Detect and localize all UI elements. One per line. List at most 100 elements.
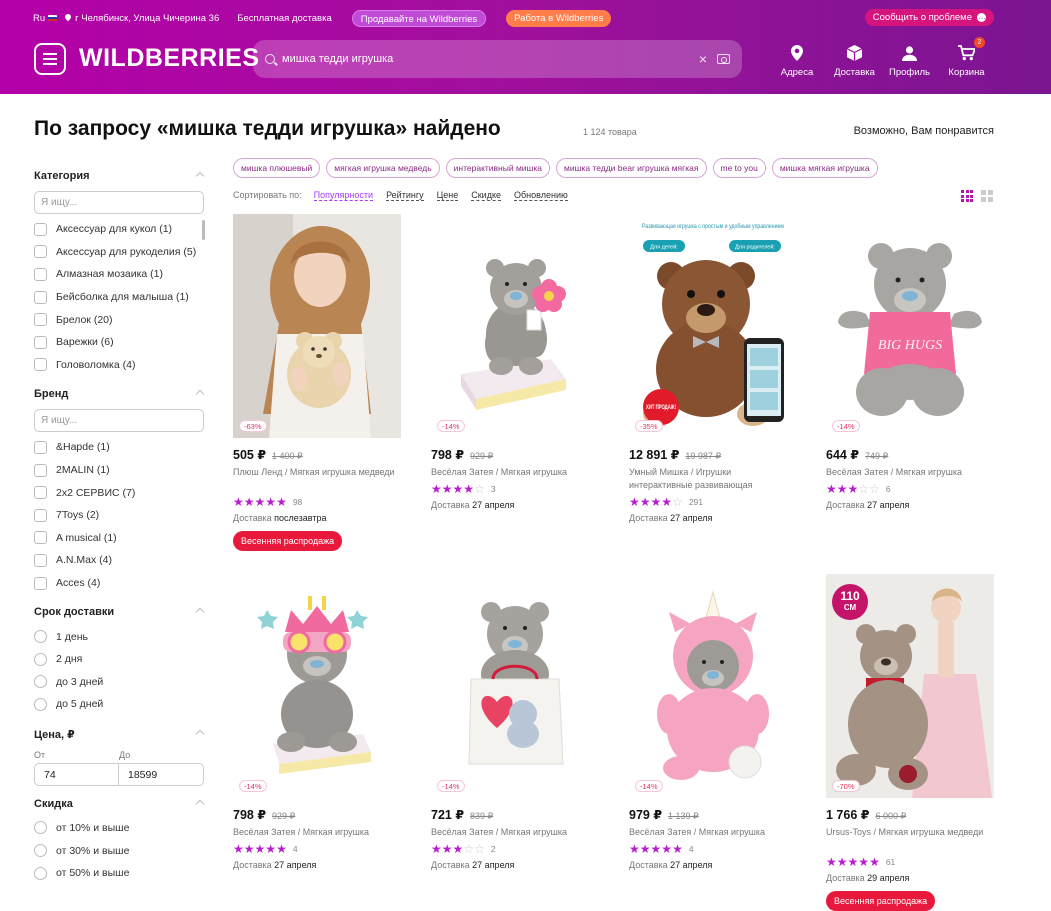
product-image[interactable]: BIG HUGS -14%: [826, 214, 994, 438]
filter-checkbox-item[interactable]: Головоломка (4): [34, 354, 205, 377]
checkbox[interactable]: [34, 267, 47, 281]
checkbox[interactable]: [34, 463, 47, 477]
checkbox[interactable]: [34, 358, 47, 372]
filter-checkbox-item[interactable]: Аксессуар для кукол (1): [34, 218, 205, 241]
sort-option[interactable]: Популярности: [313, 190, 374, 201]
sort-option[interactable]: Скидке: [471, 190, 502, 201]
radio-button[interactable]: [34, 844, 47, 858]
product-image[interactable]: Развивающая игрушка с простым и удобным …: [629, 214, 797, 438]
product-brand-name[interactable]: Плюш Ленд / Мягкая игрушка медведи: [233, 466, 401, 492]
menu-button[interactable]: [34, 43, 66, 75]
product-card[interactable]: -63% 505 ₽ 1 400 ₽ Плюш Ленд / Мягкая игру…: [233, 214, 401, 551]
checkbox[interactable]: [34, 313, 47, 327]
reviews-count[interactable]: 291: [689, 497, 703, 507]
product-brand-name[interactable]: Весёлая Затея / Мягкая игрушка: [826, 466, 994, 479]
product-brand-name[interactable]: Умный Мишка / Игрушки интерактивные разв…: [629, 466, 797, 492]
product-card[interactable]: -14% 798 ₽ 929 ₽ Весёлая Затея / Мягкая иг…: [233, 574, 401, 870]
product-card[interactable]: -14% 979 ₽ 1 139 ₽ Весёлая Затея / Мягкая …: [629, 574, 797, 870]
filter-radio-item[interactable]: до 3 дней: [34, 671, 205, 694]
checkbox[interactable]: [34, 508, 47, 522]
search-tag[interactable]: мишка плюшевый: [233, 158, 321, 178]
product-image[interactable]: -14%: [233, 574, 401, 798]
filter-checkbox-item[interactable]: Варежки (6): [34, 331, 205, 354]
filter-checkbox-item[interactable]: 7Toys (2): [34, 504, 205, 527]
product-brand-name[interactable]: Весёлая Затея / Мягкая игрушка: [233, 826, 401, 839]
filter-radio-item[interactable]: до 5 дней: [34, 693, 205, 716]
filter-title[interactable]: Скидка: [34, 798, 205, 813]
product-image[interactable]: -14%: [431, 574, 599, 798]
report-problem-button[interactable]: Сообщить о проблеме: [864, 8, 994, 26]
filter-title[interactable]: Бренд: [34, 388, 205, 403]
sell-on-wb-button[interactable]: Продавайте на Wildberries: [351, 9, 487, 27]
search-tag[interactable]: мишка мягкая игрушка: [771, 158, 878, 178]
price-to-input[interactable]: 18599: [119, 762, 204, 786]
checkbox[interactable]: [34, 245, 47, 259]
checkbox[interactable]: [34, 290, 47, 304]
product-brand-name[interactable]: Ursus-Toys / Мягкая игрушка медведи: [826, 826, 994, 852]
grid-small-view-icon[interactable]: [961, 190, 973, 202]
filter-radio-item[interactable]: 2 дня: [34, 648, 205, 671]
filter-radio-item[interactable]: от 30% и выше: [34, 839, 205, 862]
nav-delivery[interactable]: Доставка: [827, 43, 882, 78]
filter-checkbox-item[interactable]: A.N.Max (4): [34, 549, 205, 572]
promo-badge[interactable]: Весенняя распродажа: [233, 531, 343, 551]
radio-button[interactable]: [34, 652, 47, 666]
filter-title[interactable]: Цена, ₽: [34, 728, 205, 743]
checkbox[interactable]: [34, 576, 47, 590]
reviews-count[interactable]: 98: [293, 497, 302, 507]
product-card[interactable]: 110 СМ -70% 1 766 ₽ 6 000 ₽ Ursus-Toys / М…: [826, 574, 994, 911]
product-image[interactable]: -14%: [629, 574, 797, 798]
filter-checkbox-item[interactable]: Брелок (20): [34, 308, 205, 331]
reviews-count[interactable]: 2: [491, 844, 496, 854]
filter-checkbox-item[interactable]: 2x2 СЕРВИС (7): [34, 481, 205, 504]
nav-addresses[interactable]: Адреса: [777, 43, 817, 78]
checkbox[interactable]: [34, 486, 47, 500]
free-delivery-link[interactable]: Бесплатная доставка: [237, 13, 332, 24]
language-switch[interactable]: Ru: [33, 13, 58, 24]
sort-option[interactable]: Обновлению: [514, 190, 568, 201]
product-card[interactable]: Развивающая игрушка с простым и удобным …: [629, 214, 797, 523]
filter-radio-item[interactable]: от 10% и выше: [34, 817, 205, 840]
reviews-count[interactable]: 4: [293, 844, 298, 854]
radio-button[interactable]: [34, 821, 47, 835]
grid-large-view-icon[interactable]: [981, 190, 993, 202]
product-brand-name[interactable]: Весёлая Затея / Мягкая игрушка: [629, 826, 797, 839]
nav-cart[interactable]: Корзина 2: [939, 37, 994, 78]
radio-button[interactable]: [34, 697, 47, 711]
filter-radio-item[interactable]: 1 день: [34, 625, 205, 648]
search-tag[interactable]: интерактивный мишка: [445, 158, 551, 178]
filter-checkbox-item[interactable]: A musical (1): [34, 527, 205, 550]
category-search-input[interactable]: Я ищу...: [34, 191, 204, 214]
checkbox[interactable]: [34, 553, 47, 567]
search-tag[interactable]: мягкая игрушка медведь: [326, 158, 440, 178]
scrollbar[interactable]: [202, 220, 205, 240]
reviews-count[interactable]: 61: [886, 857, 895, 867]
sort-option[interactable]: Рейтингу: [386, 190, 424, 201]
product-image[interactable]: -63%: [233, 214, 401, 438]
checkbox[interactable]: [34, 335, 47, 349]
product-image[interactable]: -14%: [431, 214, 599, 438]
product-card[interactable]: -14% 721 ₽ 839 ₽ Весёлая Затея / Мягкая иг…: [431, 574, 599, 870]
delivery-address[interactable]: г Челябинск, Улица Чичерина 36: [65, 13, 219, 24]
reviews-count[interactable]: 6: [886, 484, 891, 494]
product-card[interactable]: -14% 798 ₽ 929 ₽ Весёлая Затея / Мягкая иг…: [431, 214, 599, 510]
product-brand-name[interactable]: Весёлая Затея / Мягкая игрушка: [431, 826, 599, 839]
filter-checkbox-item[interactable]: Алмазная мозаика (1): [34, 263, 205, 286]
search-tag[interactable]: me to you: [712, 158, 766, 178]
product-card[interactable]: BIG HUGS -14% 644 ₽ 749 ₽ Весёлая Затея / …: [826, 214, 994, 510]
filter-checkbox-item[interactable]: Аксессуар для рукоделия (5): [34, 241, 205, 264]
filter-checkbox-item[interactable]: Acces (4): [34, 572, 205, 595]
reviews-count[interactable]: 3: [491, 484, 496, 494]
brand-search-input[interactable]: Я ищу...: [34, 409, 204, 433]
nav-profile[interactable]: Профиль: [882, 43, 937, 78]
logo[interactable]: WILDBERRIES: [79, 44, 260, 73]
radio-button[interactable]: [34, 866, 47, 880]
work-at-wb-button[interactable]: Работа в Wildberries: [506, 9, 612, 27]
promo-badge[interactable]: Весенняя распродажа: [826, 891, 936, 911]
filter-title[interactable]: Категория: [34, 170, 205, 185]
checkbox[interactable]: [34, 440, 47, 454]
product-image[interactable]: 110 СМ -70%: [826, 574, 994, 798]
checkbox[interactable]: [34, 222, 47, 236]
clear-search-icon[interactable]: ×: [699, 51, 707, 67]
recommendations-link[interactable]: Возможно, Вам понравится: [854, 125, 994, 137]
